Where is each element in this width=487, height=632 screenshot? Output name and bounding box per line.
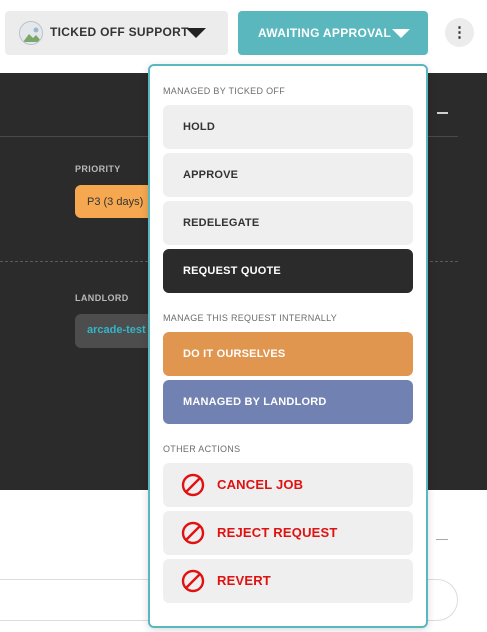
menu-item-revert[interactable]: REVERT <box>163 559 413 603</box>
menu-section-managed-by-ticked-off: MANAGED BY TICKED OFF <box>163 86 285 96</box>
priority-chip[interactable]: P3 (3 days) <box>75 185 155 218</box>
landlord-value: arcade-test <box>87 324 146 336</box>
menu-item-redelegate[interactable]: REDELEGATE <box>163 201 413 245</box>
more-options-button[interactable]: ⋮ <box>445 18 474 47</box>
menu-item-cancel-job[interactable]: CANCEL JOB <box>163 463 413 507</box>
menu-section-manage-internally: MANAGE THIS REQUEST INTERNALLY <box>163 313 338 323</box>
chevron-down-icon <box>186 28 206 38</box>
menu-item-hold[interactable]: HOLD <box>163 105 413 149</box>
ban-icon <box>181 473 205 497</box>
menu-item-do-it-ourselves[interactable]: DO IT OURSELVES <box>163 332 413 376</box>
menu-item-label: REVERT <box>217 573 271 588</box>
menu-item-label: MANAGED BY LANDLORD <box>183 396 327 408</box>
menu-item-label: CANCEL JOB <box>217 477 304 492</box>
menu-item-request-quote[interactable]: REQUEST QUOTE <box>163 249 413 293</box>
menu-item-label: REDELEGATE <box>183 217 260 229</box>
status-label: AWAITING APPROVAL <box>258 26 392 40</box>
assignee-label: TICKED OFF SUPPORT <box>50 25 189 39</box>
collapse-icon[interactable] <box>436 539 448 540</box>
menu-item-label: REQUEST QUOTE <box>183 265 281 277</box>
menu-item-label: REJECT REQUEST <box>217 525 338 540</box>
status-dropdown-button[interactable]: AWAITING APPROVAL <box>238 11 428 55</box>
landlord-chip[interactable]: arcade-test <box>75 314 155 348</box>
menu-item-label: HOLD <box>183 121 215 133</box>
landlord-label: LANDLORD <box>75 293 129 303</box>
ban-icon <box>181 569 205 593</box>
ban-icon <box>181 521 205 545</box>
menu-section-other-actions: OTHER ACTIONS <box>163 444 241 454</box>
menu-item-reject-request[interactable]: REJECT REQUEST <box>163 511 413 555</box>
priority-value: P3 (3 days) <box>87 196 144 208</box>
assignee-dropdown-button[interactable]: TICKED OFF SUPPORT <box>5 11 228 55</box>
assignee-avatar-image <box>19 21 43 45</box>
menu-item-approve[interactable]: APPROVE <box>163 153 413 197</box>
status-dropdown-menu: MANAGED BY TICKED OFF HOLD APPROVE REDEL… <box>148 64 428 628</box>
menu-item-label: DO IT OURSELVES <box>183 348 286 360</box>
chevron-down-icon <box>392 29 410 38</box>
priority-label: PRIORITY <box>75 164 121 174</box>
collapse-icon[interactable] <box>437 112 448 114</box>
more-vertical-icon: ⋮ <box>452 24 467 41</box>
menu-item-managed-by-landlord[interactable]: MANAGED BY LANDLORD <box>163 380 413 424</box>
menu-item-label: APPROVE <box>183 169 239 181</box>
